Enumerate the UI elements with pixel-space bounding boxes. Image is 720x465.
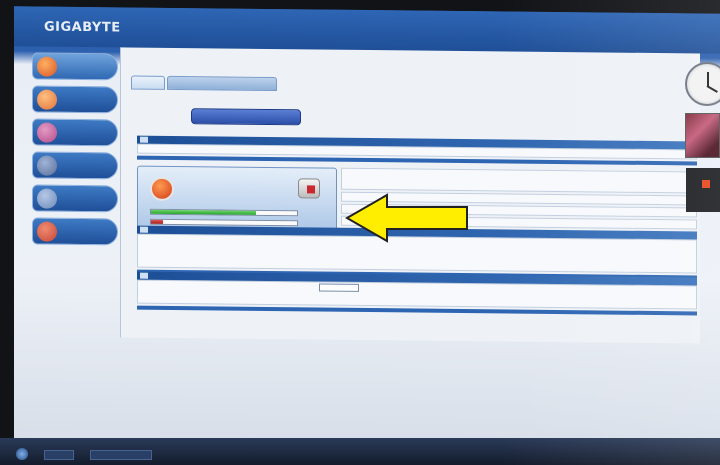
section-energy [137,135,697,166]
energy-description [341,167,697,194]
user-icon [37,221,57,242]
sidebar-nav [32,52,118,251]
update-status-button[interactable] [191,108,301,126]
sidebar-item-tools[interactable] [32,118,118,147]
globe-icon [37,89,57,110]
dynamic-energy-logo [147,106,179,124]
sidebar-item-user[interactable] [32,217,118,246]
clock-minute-hand [706,85,718,93]
sidebar-item-energy[interactable] [32,52,118,81]
tab-system-status[interactable] [131,75,165,90]
gear-icon [37,155,57,176]
audio-select[interactable] [319,283,359,292]
tab-advanced[interactable] [167,75,277,92]
rss-icon [702,180,710,188]
cpu-chip-icon [298,178,320,199]
breadcrumb [129,54,689,76]
tab-bar [131,75,279,92]
taskbar [0,438,720,465]
chip-icon [37,188,57,209]
meter-fill [151,219,163,224]
meter-fill [151,209,257,215]
energy-orb-icon [150,176,174,201]
start-button-icon[interactable] [16,448,28,460]
sidebar-item-settings[interactable] [32,151,118,180]
clock-hour-hand [707,72,709,86]
monitor-bezel: GIGABYTE [0,0,720,465]
slideshow-gadget [685,113,720,158]
section-audio [137,271,697,316]
feed-gadget [686,168,720,212]
fire-icon [37,56,57,77]
taskbar-item[interactable] [90,450,152,460]
arrow-left-icon [345,193,468,243]
wrench-icon [37,122,57,143]
brand-logo: GIGABYTE [44,19,121,36]
taskbar-item[interactable] [44,450,74,460]
sidebar-item-hardware[interactable] [32,184,118,213]
energy-meter-green [150,208,298,217]
sidebar-item-internet[interactable] [32,85,118,114]
